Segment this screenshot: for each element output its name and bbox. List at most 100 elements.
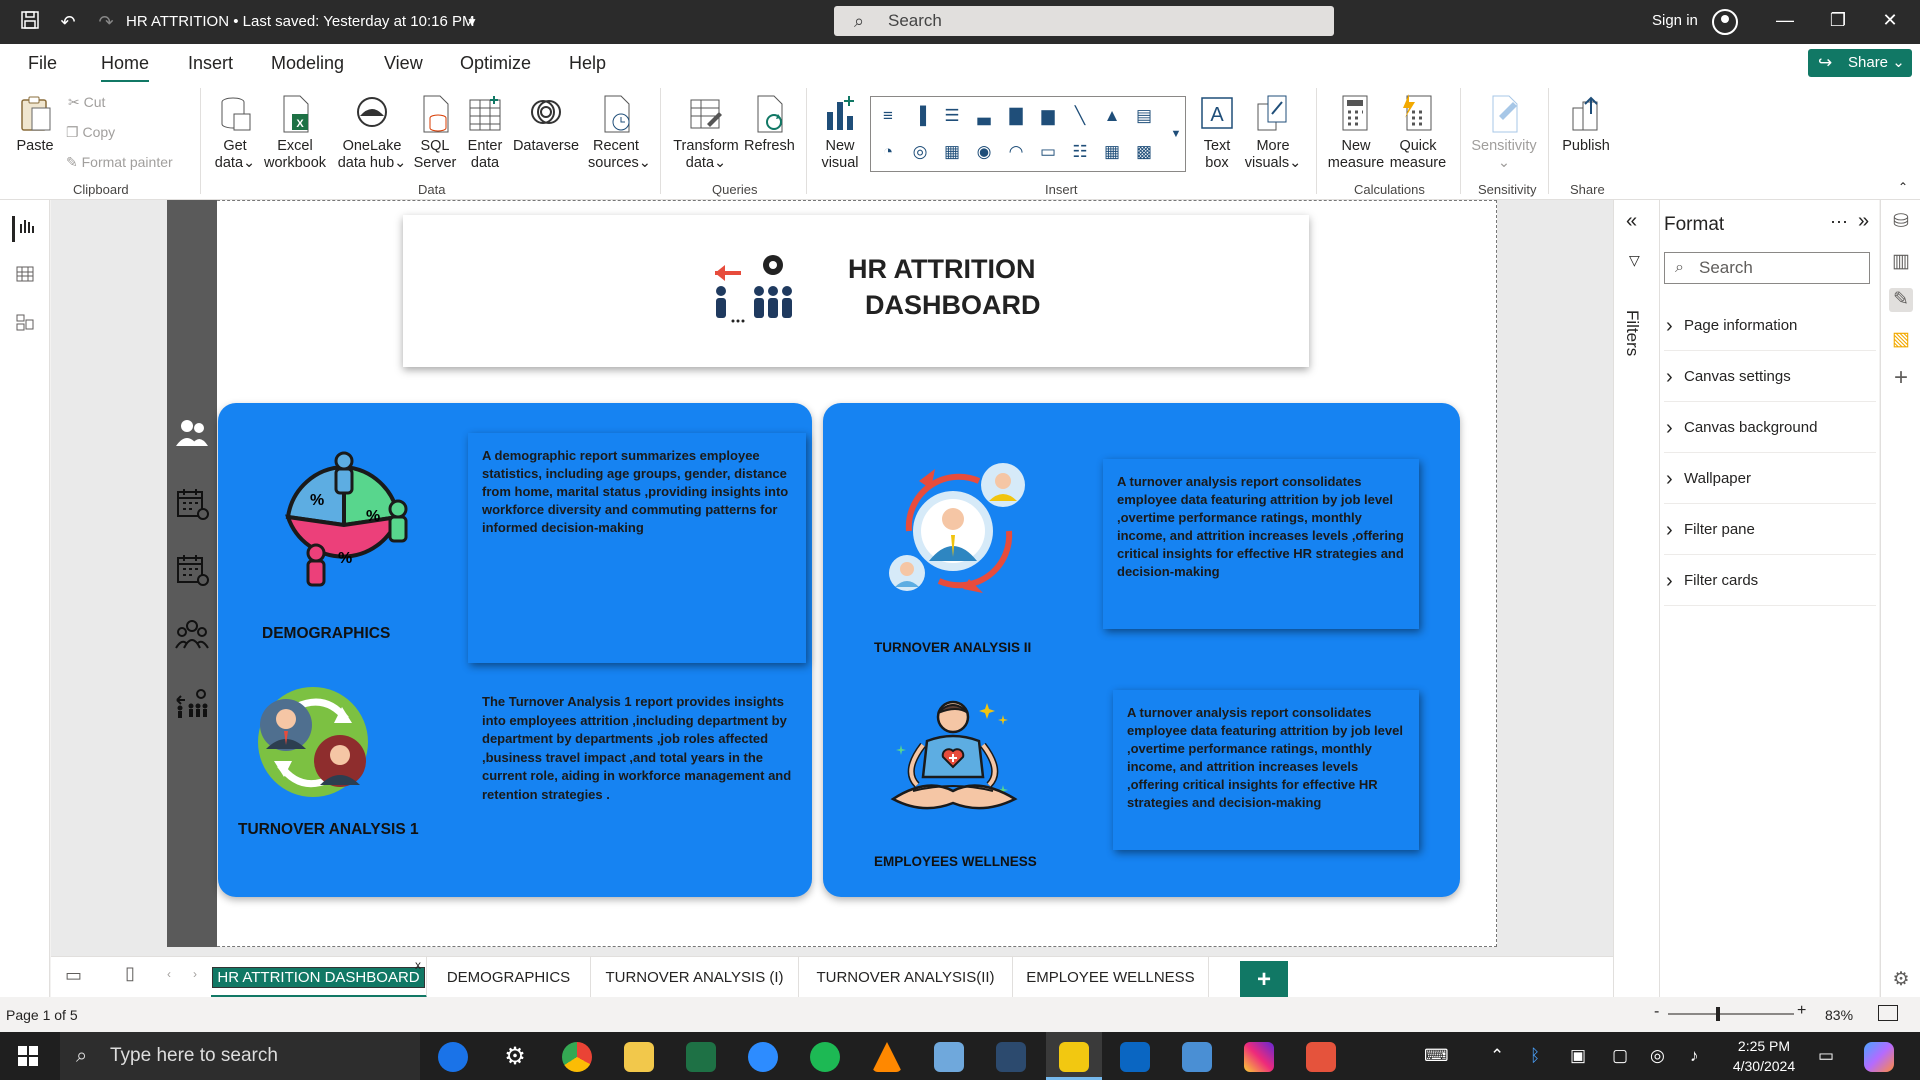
show-hidden-icons[interactable]: ⌃ (1490, 1046, 1504, 1066)
zoom-slider[interactable] (1668, 1007, 1794, 1021)
matrix-icon[interactable]: ▩ (1133, 141, 1155, 163)
tab-help[interactable]: Help (569, 53, 606, 74)
zoom-out-icon[interactable]: - (1654, 1003, 1659, 1021)
sql-taskbar-icon[interactable] (996, 1042, 1026, 1072)
tab-file[interactable]: File (28, 53, 57, 74)
sql-server-button[interactable]: SQL Server (412, 94, 458, 172)
vlc-icon[interactable] (872, 1042, 902, 1072)
tab-home[interactable]: Home (101, 53, 150, 83)
table-view-icon[interactable] (12, 264, 38, 290)
desktop-layout-icon[interactable]: ▭ (65, 965, 82, 986)
edge-icon[interactable] (438, 1042, 468, 1072)
tab-view[interactable]: View (384, 53, 423, 74)
text-box-button[interactable]: A Text box (1192, 94, 1242, 172)
more-options-icon[interactable]: ⋯ (1830, 212, 1848, 233)
settings-gear-icon[interactable]: ⚙ (1889, 968, 1913, 992)
share-button[interactable]: ↪ Share ⌄ (1808, 49, 1912, 77)
tab-employee-wellness[interactable]: EMPLOYEE WELLNESS (1013, 957, 1209, 998)
wallpaper-section[interactable]: Wallpaper (1664, 454, 1876, 504)
treemap-icon[interactable]: ▦ (941, 141, 963, 163)
stacked-column-icon[interactable]: ▐ (909, 105, 931, 127)
redo-icon[interactable]: ↷ (94, 10, 118, 34)
tab-hr-attrition-dashboard[interactable]: HR ATTRITION DASHBOARD x (211, 957, 427, 998)
globe-icon[interactable]: ◎ (1650, 1046, 1665, 1066)
add-pane-icon[interactable]: + (1889, 366, 1913, 390)
excel-workbook-button[interactable]: X Excel workbook (262, 94, 328, 172)
100pct-bar-icon[interactable]: ▇ (1005, 105, 1027, 127)
canvas-background-section[interactable]: Canvas background (1664, 403, 1876, 453)
restore-icon[interactable]: ❐ (1823, 10, 1853, 31)
file-explorer-icon[interactable] (624, 1042, 654, 1072)
sensitivity-button[interactable]: Sensitivity ⌄ (1466, 94, 1542, 172)
minimize-icon[interactable]: — (1770, 10, 1800, 31)
zoom-slider-thumb[interactable] (1716, 1007, 1720, 1021)
windows-start-icon[interactable] (18, 1046, 38, 1071)
turnover-1-nav-icon[interactable] (175, 486, 209, 520)
build-visual-icon[interactable]: ▥ (1889, 250, 1913, 274)
slack-icon[interactable] (1182, 1042, 1212, 1072)
area-chart-icon[interactable]: ▲ (1101, 105, 1123, 127)
tab-turnover-analysis-1[interactable]: TURNOVER ANALYSIS (I) (591, 957, 799, 998)
turnover-1-label[interactable]: TURNOVER ANALYSIS 1 (238, 821, 419, 839)
transform-data-button[interactable]: Transform data⌄ (670, 94, 742, 172)
filter-cards-section[interactable]: Filter cards (1664, 556, 1876, 606)
turnover-2-cycle-icon[interactable] (889, 461, 1029, 597)
notifications-icon[interactable]: ▭ (1818, 1046, 1834, 1066)
title-dropdown-icon[interactable]: ▼ (460, 10, 484, 34)
turnover-2-nav-icon[interactable] (175, 552, 209, 586)
cut-button[interactable]: ✂ Cut (68, 94, 105, 111)
wellness-meditation-icon[interactable] (887, 695, 1021, 817)
fit-to-page-icon[interactable] (1878, 1005, 1898, 1021)
chrome-icon[interactable] (562, 1042, 592, 1072)
collapse-ribbon-icon[interactable]: ⌃ (1898, 180, 1908, 194)
turnover-2-label[interactable]: TURNOVER ANALYSIS II (874, 640, 1031, 655)
clock[interactable]: 2:25 PM 4/30/2024 (1724, 1036, 1804, 1076)
home-nav-icon[interactable] (175, 686, 209, 720)
recorder-icon[interactable] (1306, 1042, 1336, 1072)
zoom-app-icon[interactable] (748, 1042, 778, 1072)
instagram-icon[interactable] (1244, 1042, 1274, 1072)
wellness-nav-icon[interactable] (175, 618, 209, 652)
volume-icon[interactable]: ♪ (1690, 1046, 1699, 1066)
donut-chart-icon[interactable]: ◎ (909, 141, 931, 163)
new-measure-button[interactable]: New measure (1326, 94, 1386, 172)
gauge-icon[interactable]: ◠ (1005, 141, 1027, 163)
spotify-icon[interactable] (810, 1042, 840, 1072)
format-pane-icon[interactable]: ✎ (1889, 288, 1913, 312)
copilot-icon[interactable] (1864, 1042, 1894, 1072)
taskbar-search-input[interactable]: ⌕ Type here to search (60, 1032, 420, 1080)
save-icon[interactable] (18, 10, 42, 34)
more-visuals-button[interactable]: More visuals⌄ (1244, 94, 1302, 172)
account-icon[interactable] (1712, 9, 1738, 35)
demographics-label[interactable]: DEMOGRAPHICS (262, 625, 390, 643)
tab-insert[interactable]: Insert (188, 53, 233, 74)
gallery-expand-icon[interactable]: ▼ (1165, 123, 1187, 145)
add-page-button[interactable]: + (1240, 961, 1288, 999)
line-chart-icon[interactable]: ╲ (1069, 105, 1091, 127)
zoom-in-icon[interactable]: + (1797, 1002, 1806, 1020)
data-pane-icon[interactable]: ⛁ (1889, 210, 1913, 234)
close-icon[interactable]: ✕ (1875, 10, 1905, 31)
report-view-icon[interactable] (12, 216, 38, 242)
bookmarks-icon[interactable]: ▧ (1889, 328, 1913, 352)
table-visual-icon[interactable]: ▦ (1101, 141, 1123, 163)
canvas-settings-section[interactable]: Canvas settings (1664, 352, 1876, 402)
multirow-card-icon[interactable]: ☷ (1069, 141, 1091, 163)
signin-link[interactable]: Sign in (1652, 12, 1698, 29)
model-view-icon[interactable] (12, 312, 38, 338)
refresh-button[interactable]: Refresh (744, 94, 795, 155)
publish-button[interactable]: Publish (1558, 94, 1614, 155)
page-information-section[interactable]: Page information (1664, 301, 1876, 351)
linkedin-icon[interactable] (1120, 1042, 1150, 1072)
close-tab-icon[interactable]: x (415, 945, 421, 986)
expand-filters-icon[interactable]: « (1626, 210, 1637, 233)
quick-measure-button[interactable]: Quick measure (1388, 94, 1448, 172)
powerbi-taskbar-button[interactable] (1046, 1032, 1102, 1080)
100pct-column-icon[interactable]: ▆ (1037, 105, 1059, 127)
format-search-input[interactable]: ⌕ Search (1664, 252, 1870, 284)
scroll-left-icon[interactable]: ‹ (167, 967, 171, 981)
tab-turnover-analysis-2[interactable]: TURNOVER ANALYSIS(II) (799, 957, 1013, 998)
get-data-button[interactable]: Get data⌄ (212, 94, 258, 172)
excel-taskbar-icon[interactable] (686, 1042, 716, 1072)
recent-sources-button[interactable]: Recent sources⌄ (588, 94, 651, 172)
